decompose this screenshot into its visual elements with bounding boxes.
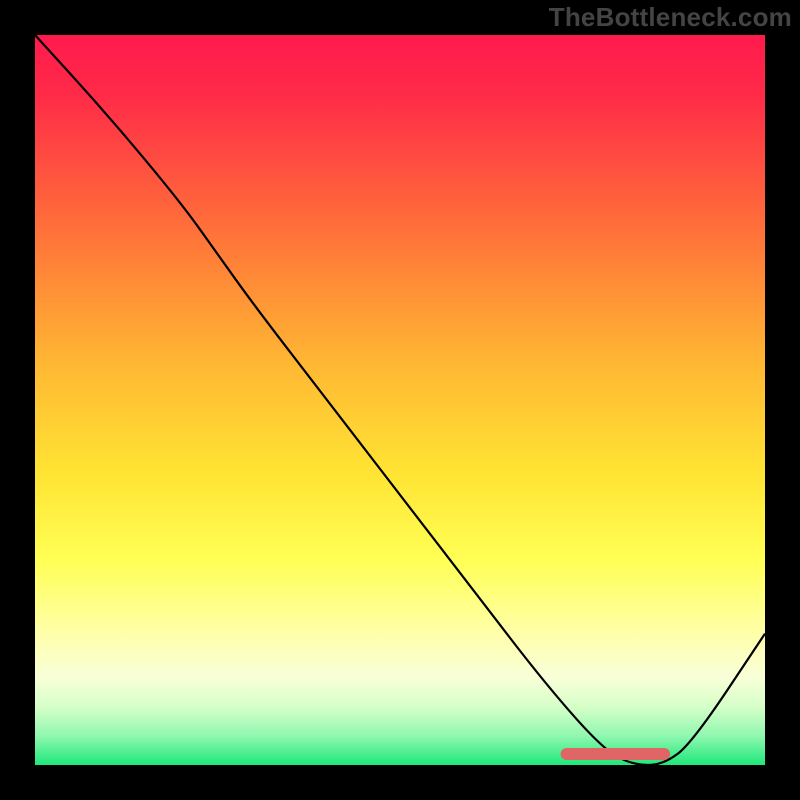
watermark-text: TheBottleneck.com xyxy=(549,2,792,33)
plot-background xyxy=(35,35,765,765)
chart-frame: TheBottleneck.com xyxy=(0,0,800,800)
plot-area xyxy=(35,35,765,765)
chart-svg xyxy=(35,35,765,765)
optimal-range-marker xyxy=(561,748,671,760)
